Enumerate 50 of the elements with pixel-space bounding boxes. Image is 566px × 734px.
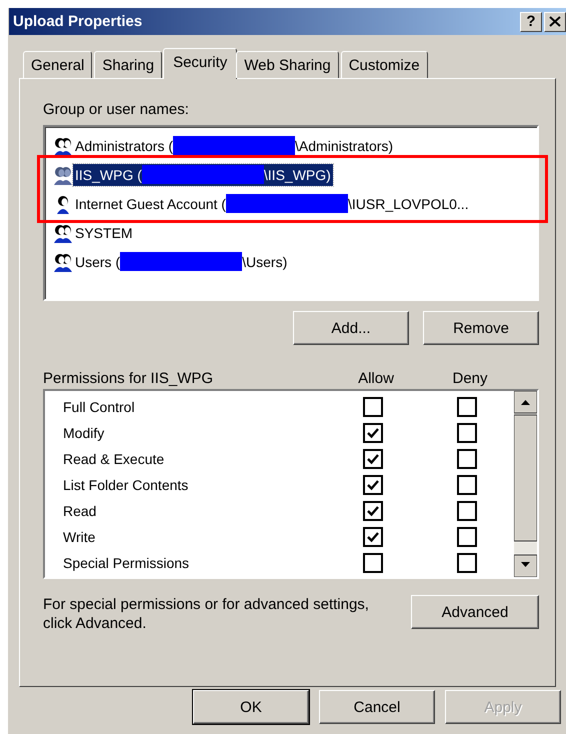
user-list-item[interactable]: Administrators ( \Administrators) <box>73 134 396 156</box>
add-button[interactable]: Add... <box>293 311 409 345</box>
user-group-icon <box>53 222 73 242</box>
advanced-note: For special permissions or for advanced settings, click Advanced. <box>43 595 370 633</box>
tab[interactable]: Customize <box>340 51 428 78</box>
checkbox[interactable] <box>363 397 383 417</box>
permission-name: Modify <box>63 425 106 441</box>
checkbox[interactable] <box>457 501 477 521</box>
permission-name: Special Permissions <box>63 555 190 571</box>
column-header: Deny <box>451 370 489 386</box>
checkbox[interactable] <box>363 527 383 547</box>
permissions-label: Permissions for IIS_WPG <box>43 370 214 386</box>
user-list-item[interactable]: Internet Guest Account ( \IUSR_LOVPOL0... <box>73 192 471 214</box>
window-title: Upload Properties <box>13 13 144 30</box>
dialog-button[interactable]: Cancel <box>319 690 435 724</box>
checkbox[interactable] <box>457 449 477 469</box>
user-list-item[interactable]: IIS_WPG ( \IIS_WPG) <box>73 164 333 186</box>
permission-name: List Folder Contents <box>63 477 190 493</box>
user-group-icon <box>53 252 73 272</box>
permission-name: Read & Execute <box>63 451 166 467</box>
user-group-icon <box>53 136 73 156</box>
permission-name: Full Control <box>63 399 136 415</box>
user-list-item[interactable]: SYSTEM <box>73 222 135 244</box>
users-label: Group or user names: <box>43 101 190 119</box>
checkbox[interactable] <box>457 423 477 443</box>
permission-name: Read <box>63 503 98 519</box>
help-button[interactable]: ? <box>520 12 542 32</box>
checkbox[interactable] <box>363 449 383 469</box>
checkbox[interactable] <box>363 423 383 443</box>
close-icon <box>549 16 561 27</box>
close-button[interactable] <box>544 12 566 32</box>
user-group-icon <box>53 164 73 184</box>
remove-button[interactable]: Remove <box>423 311 539 345</box>
tab[interactable]: Web Sharing <box>236 51 339 78</box>
checkbox[interactable] <box>457 397 477 417</box>
checkbox[interactable] <box>363 475 383 495</box>
tab[interactable]: Sharing <box>94 51 162 78</box>
scrollbar[interactable] <box>514 391 537 577</box>
checkbox[interactable] <box>363 553 383 573</box>
dialog-button[interactable]: OK <box>193 690 309 724</box>
checkbox[interactable] <box>457 475 477 495</box>
checkbox[interactable] <box>457 527 477 547</box>
user-list-item[interactable]: Users ( \Users) <box>73 250 290 272</box>
column-header: Allow <box>357 370 395 386</box>
permission-name: Write <box>63 529 96 545</box>
checkbox[interactable] <box>363 501 383 521</box>
checkbox[interactable] <box>457 553 477 573</box>
advanced-button[interactable]: Advanced <box>411 595 539 629</box>
tab[interactable]: Security <box>163 48 238 79</box>
tab[interactable]: General <box>23 51 92 78</box>
